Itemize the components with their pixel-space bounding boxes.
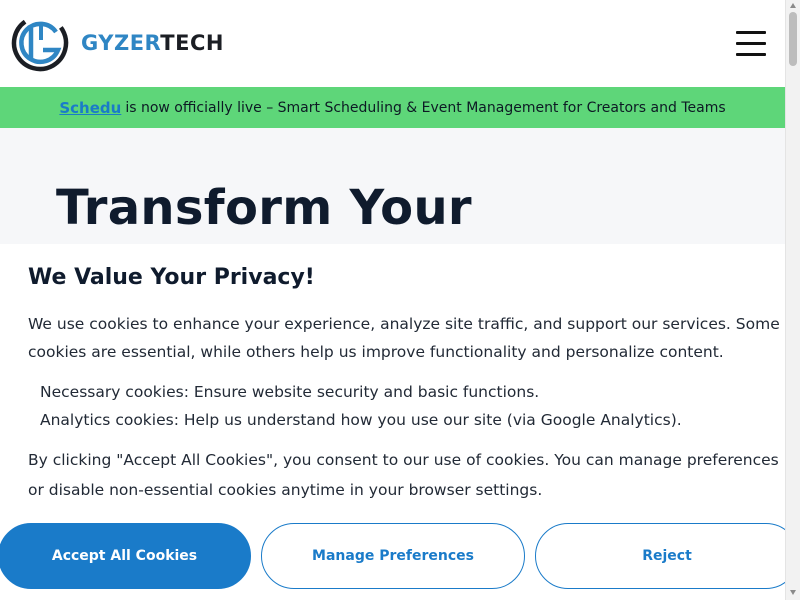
announcement-bar: Schedu is now officially live – Smart Sc… [0,87,785,128]
scroll-up-arrow-icon[interactable] [790,3,796,8]
cookie-intro-text: We use cookies to enhance your experienc… [28,315,780,361]
logo-wordmark: GYZERTECH [81,30,224,55]
gyzertech-logo-mark-icon [11,14,69,72]
scrollbar-thumb[interactable] [789,12,797,66]
site-logo[interactable]: GYZERTECH [11,14,224,72]
hero-title: Transform Your [56,180,472,236]
cookie-type-necessary: Necessary cookies: Ensure website securi… [28,378,788,406]
schedu-link[interactable]: Schedu [59,99,121,117]
cookie-type-necessary-text: Necessary cookies: Ensure website securi… [40,383,540,401]
page-scrollbar[interactable] [785,0,800,600]
hero-section: Transform Your [0,128,785,244]
cookie-consent-banner: We Value Your Privacy! We use cookies to… [0,244,800,600]
reject-cookies-button[interactable]: Reject [535,523,799,589]
cookie-type-analytics: Analytics cookies: Help us understand ho… [28,406,788,434]
cookie-banner-title: We Value Your Privacy! [28,265,315,290]
site-header: GYZERTECH [0,0,785,87]
hamburger-menu-icon[interactable] [736,31,766,57]
accept-all-cookies-button[interactable]: Accept All Cookies [0,523,251,589]
cookie-type-list: Necessary cookies: Ensure website securi… [28,378,788,434]
scroll-down-arrow-icon[interactable] [790,590,796,595]
announcement-text: is now officially live – Smart Schedulin… [125,99,726,116]
logo-text-tech: TECH [160,30,224,55]
manage-preferences-button[interactable]: Manage Preferences [261,523,525,589]
cookie-type-analytics-text: Analytics cookies: Help us understand ho… [40,411,682,429]
cookie-consent-text: By clicking "Accept All Cookies", you co… [28,451,779,499]
logo-text-gyzer: GYZER [81,30,161,55]
